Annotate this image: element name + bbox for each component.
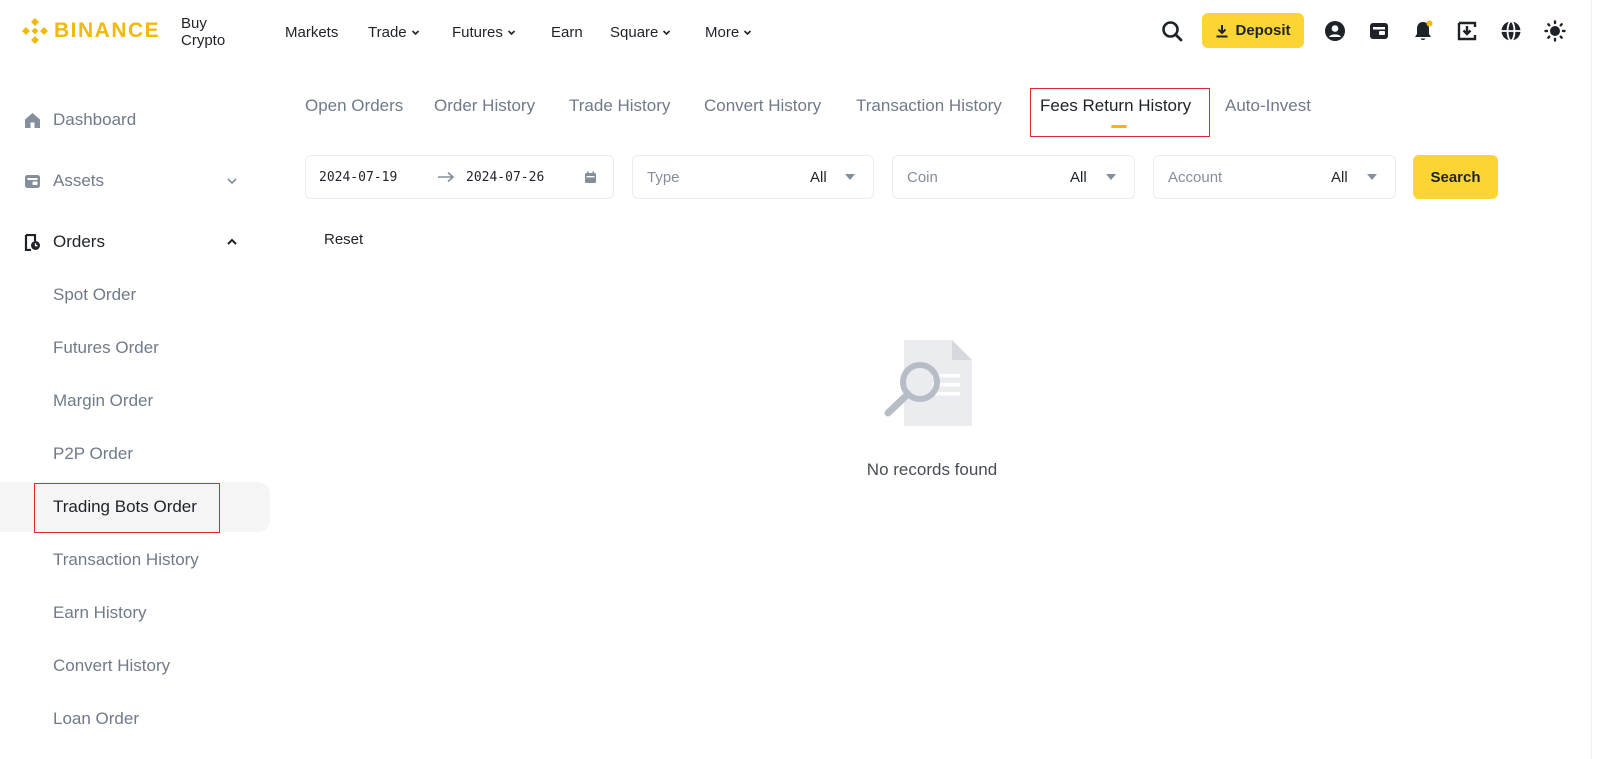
calendar-icon — [585, 171, 596, 183]
search-icon[interactable] — [1160, 19, 1184, 43]
download-app-icon[interactable] — [1455, 19, 1479, 43]
binance-logo-icon — [22, 18, 48, 44]
coin-select[interactable]: Coin All — [892, 155, 1135, 199]
type-select-label: Type — [647, 168, 680, 186]
search-button[interactable]: Search — [1413, 155, 1498, 199]
chevron-down-icon — [227, 178, 237, 185]
tab-auto-invest[interactable]: Auto-Invest — [1225, 96, 1311, 116]
nav-futures[interactable]: Futures — [452, 20, 516, 44]
deposit-label: Deposit — [1235, 22, 1291, 39]
tab-order-history[interactable]: Order History — [434, 96, 535, 116]
chevron-down-icon — [411, 29, 419, 35]
chevron-down-icon — [507, 29, 515, 35]
sidebar-item-spot-order[interactable]: Spot Order — [0, 270, 270, 320]
sidebar-item-label: Dashboard — [53, 110, 137, 129]
sidebar-item-convert-history[interactable]: Convert History — [0, 641, 270, 691]
nav-earn[interactable]: Earn — [551, 20, 583, 44]
deposit-button[interactable]: Deposit — [1202, 13, 1304, 48]
caret-down-icon — [845, 174, 855, 180]
sidebar-item-p2p-order[interactable]: P2P Order — [0, 429, 270, 479]
date-end: 2024-07-26 — [466, 169, 545, 185]
sidebar-item-dashboard[interactable]: Dashboard — [0, 95, 270, 145]
sidebar-item-assets[interactable]: Assets — [0, 156, 270, 206]
chevron-up-icon — [227, 238, 237, 245]
nav-label: Buy Crypto — [181, 15, 226, 49]
user-icon[interactable] — [1323, 19, 1347, 43]
nav-markets[interactable]: Markets — [285, 20, 338, 44]
reset-button[interactable]: Reset — [324, 231, 363, 248]
nav-trade[interactable]: Trade — [368, 20, 420, 44]
sidebar-item-label: Convert History — [53, 656, 171, 675]
home-icon — [25, 112, 40, 128]
caret-down-icon — [1367, 174, 1377, 180]
account-select-label: Account — [1168, 168, 1223, 186]
chevron-down-icon — [663, 29, 671, 35]
highlight-box-tab — [1030, 88, 1210, 137]
coin-select-value: All — [1070, 168, 1087, 186]
no-records-icon — [884, 340, 972, 426]
date-range-picker[interactable]: 2024-07-19 2024-07-26 — [305, 155, 614, 199]
sidebar-item-label: Transaction History — [53, 550, 199, 569]
sidebar-item-label: Margin Order — [53, 391, 154, 410]
scrollbar[interactable] — [1591, 0, 1600, 759]
nav-label: Markets — [285, 23, 339, 41]
sidebar-item-loan-order[interactable]: Loan Order — [0, 694, 270, 744]
caret-down-icon — [1106, 174, 1116, 180]
type-select-value: All — [810, 168, 827, 186]
nav-label: Square — [610, 23, 659, 41]
brand-name: BINANCE — [54, 19, 161, 42]
tab-transaction-history[interactable]: Transaction History — [856, 96, 1002, 116]
binance-logo[interactable]: BINANCE — [22, 18, 160, 44]
date-start: 2024-07-19 — [319, 169, 398, 185]
sidebar-item-label: Futures Order — [53, 338, 159, 357]
nav-label: Earn — [551, 23, 583, 41]
sidebar-item-label: P2P Order — [53, 444, 134, 463]
arrow-right-icon — [438, 171, 455, 183]
coin-select-label: Coin — [907, 168, 938, 186]
nav-square[interactable]: Square — [610, 20, 671, 44]
sidebar-item-label: Orders — [53, 232, 105, 251]
orders-icon — [24, 233, 40, 251]
nav-label: Trade — [368, 23, 407, 41]
nav-more[interactable]: More — [705, 20, 752, 44]
bell-icon[interactable] — [1411, 19, 1435, 43]
tab-open-orders[interactable]: Open Orders — [305, 96, 403, 116]
top-navigation: BINANCE Buy Crypto Markets Trade Futures Ear… — [0, 0, 1600, 64]
sidebar-item-futures-order[interactable]: Futures Order — [0, 323, 270, 373]
sidebar-item-margin-order[interactable]: Margin Order — [0, 376, 270, 426]
nav-label: Futures — [452, 23, 503, 41]
account-select[interactable]: Account All — [1153, 155, 1396, 199]
tab-trade-history[interactable]: Trade History — [569, 96, 670, 116]
sidebar-item-label: Earn History — [53, 603, 147, 622]
globe-icon[interactable] — [1499, 19, 1523, 43]
empty-state-message: No records found — [866, 460, 998, 479]
chevron-down-icon — [744, 29, 752, 35]
sidebar-item-orders[interactable]: Orders — [0, 217, 270, 267]
wallet-icon[interactable] — [1367, 19, 1391, 43]
sidebar-item-label: Loan Order — [53, 709, 139, 728]
download-icon — [1216, 24, 1228, 37]
account-select-value: All — [1331, 168, 1348, 186]
nav-buy-crypto[interactable]: Buy Crypto — [181, 15, 225, 49]
nav-label: More — [705, 23, 740, 41]
sidebar-item-label: Spot Order — [53, 285, 137, 304]
sidebar-item-label: Assets — [53, 171, 105, 190]
sidebar-item-earn-history[interactable]: Earn History — [0, 588, 270, 638]
sidebar-item-transaction-history[interactable]: Transaction History — [0, 535, 270, 585]
theme-icon[interactable] — [1543, 19, 1567, 43]
sidebar: Dashboard Assets Orders Spot Order Future… — [0, 64, 270, 759]
tab-convert-history[interactable]: Convert History — [704, 96, 821, 116]
type-select[interactable]: Type All — [632, 155, 874, 199]
highlight-box-sidebar — [34, 483, 220, 533]
wallet-icon — [25, 174, 40, 188]
